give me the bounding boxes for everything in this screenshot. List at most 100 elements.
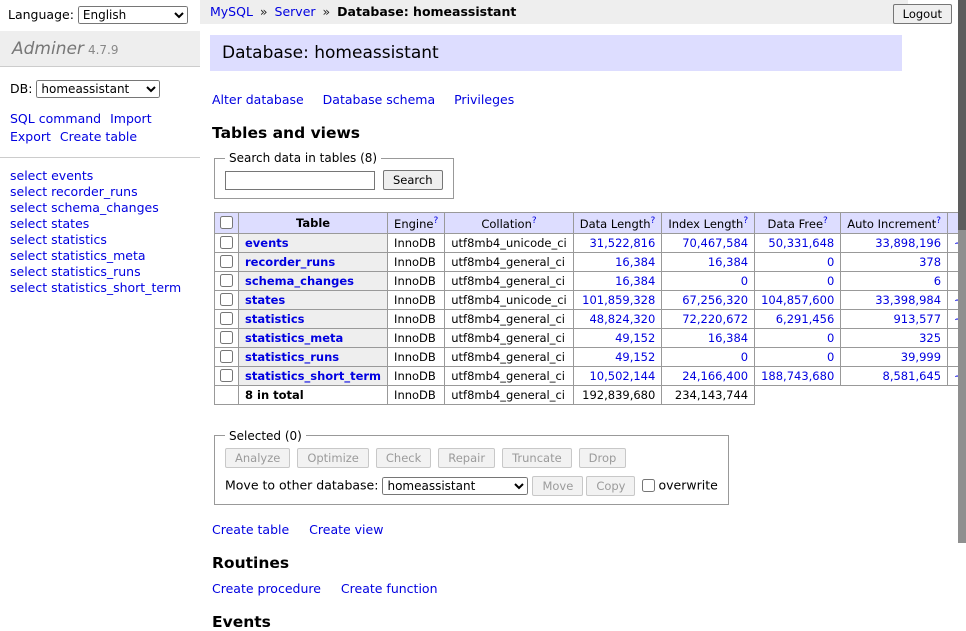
table-name-link[interactable]: recorder_runs — [245, 255, 335, 269]
auto-increment-link[interactable]: 913,577 — [893, 312, 941, 326]
collation-cell: utf8mb4_general_ci — [445, 309, 574, 328]
truncate-button[interactable]: Truncate — [502, 448, 572, 468]
analyze-button[interactable]: Analyze — [225, 448, 290, 468]
repair-button[interactable]: Repair — [438, 448, 495, 468]
move-db-select[interactable]: homeassistant — [382, 477, 528, 495]
search-input[interactable] — [225, 171, 375, 190]
scrollbar[interactable] — [958, 0, 966, 543]
data-free-link[interactable]: 104,857,600 — [761, 293, 834, 307]
data-length-link[interactable]: 48,824,320 — [589, 312, 655, 326]
auto-increment-link[interactable]: 325 — [919, 331, 941, 345]
scrollbar-thumb[interactable] — [958, 0, 966, 230]
privileges-link[interactable]: Privileges — [454, 92, 514, 107]
row-select-checkbox[interactable] — [220, 331, 233, 344]
language-select[interactable]: English — [78, 6, 188, 24]
data-free-link[interactable]: 6,291,456 — [776, 312, 835, 326]
index-length-link[interactable]: 0 — [741, 350, 748, 364]
sidebar-item-select-events[interactable]: select events — [10, 167, 190, 183]
table-name-link[interactable]: states — [245, 293, 285, 307]
collation-cell: utf8mb4_general_ci — [445, 328, 574, 347]
auto-increment-link[interactable]: 33,398,984 — [875, 293, 941, 307]
index-length-link[interactable]: 72,220,672 — [682, 312, 748, 326]
sql-command-link[interactable]: SQL command — [10, 111, 101, 126]
auto-increment-link[interactable]: 33,898,196 — [875, 236, 941, 250]
table-header-row: Table Engine? Collation? Data Length? In… — [215, 213, 966, 234]
index-length-link[interactable]: 16,384 — [708, 255, 748, 269]
auto-increment-link[interactable]: 39,999 — [901, 350, 941, 364]
move-button[interactable]: Move — [532, 476, 583, 496]
data-length-link[interactable]: 101,859,328 — [582, 293, 655, 307]
table-name-link[interactable]: events — [245, 236, 289, 250]
data-free-link[interactable]: 188,743,680 — [761, 369, 834, 383]
sidebar-item-select-schema-changes[interactable]: select schema_changes — [10, 199, 190, 215]
create-table-link-sidebar[interactable]: Create table — [60, 129, 137, 144]
create-view-link[interactable]: Create view — [309, 522, 383, 537]
help-icon[interactable]: ? — [936, 216, 941, 226]
data-free-link[interactable]: 0 — [827, 350, 834, 364]
data-length-link[interactable]: 49,152 — [615, 331, 655, 345]
row-select-checkbox[interactable] — [220, 274, 233, 287]
data-length-link[interactable]: 10,502,144 — [589, 369, 655, 383]
sidebar-item-select-statistics[interactable]: select statistics — [10, 231, 190, 247]
table-name-link[interactable]: statistics_runs — [245, 350, 339, 364]
help-icon[interactable]: ? — [433, 216, 438, 226]
col-header-collation: Collation? — [445, 213, 574, 234]
db-action-links: Alter database Database schema Privilege… — [212, 92, 958, 107]
breadcrumb-server-link[interactable]: Server — [275, 4, 316, 19]
main-content: MySQL » Server » Database: homeassistant… — [200, 0, 958, 543]
index-length-link[interactable]: 67,256,320 — [682, 293, 748, 307]
help-icon[interactable]: ? — [823, 216, 828, 226]
drop-button[interactable]: Drop — [579, 448, 627, 468]
row-select-checkbox[interactable] — [220, 293, 233, 306]
sidebar-item-select-statistics-meta[interactable]: select statistics_meta — [10, 247, 190, 263]
copy-button[interactable]: Copy — [586, 476, 635, 496]
data-length-link[interactable]: 31,522,816 — [589, 236, 655, 250]
data-length-link[interactable]: 16,384 — [615, 274, 655, 288]
table-name-link[interactable]: statistics_meta — [245, 331, 343, 345]
data-length-link[interactable]: 16,384 — [615, 255, 655, 269]
database-schema-link[interactable]: Database schema — [323, 92, 435, 107]
data-free-link[interactable]: 50,331,648 — [768, 236, 834, 250]
row-select-checkbox[interactable] — [220, 236, 233, 249]
export-link[interactable]: Export — [10, 129, 51, 144]
create-function-link[interactable]: Create function — [341, 581, 438, 596]
select-all-checkbox[interactable] — [220, 216, 233, 229]
sidebar-item-select-states[interactable]: select states — [10, 215, 190, 231]
table-name-link[interactable]: statistics — [245, 312, 305, 326]
create-table-link[interactable]: Create table — [212, 522, 289, 537]
row-select-checkbox[interactable] — [220, 312, 233, 325]
db-select[interactable]: homeassistant — [36, 80, 160, 98]
index-length-link[interactable]: 16,384 — [708, 331, 748, 345]
help-icon[interactable]: ? — [743, 216, 748, 226]
auto-increment-link[interactable]: 8,581,645 — [883, 369, 942, 383]
table-name-link[interactable]: schema_changes — [245, 274, 354, 288]
auto-increment-link[interactable]: 378 — [919, 255, 941, 269]
data-free-link[interactable]: 0 — [827, 331, 834, 345]
index-length-link[interactable]: 70,467,584 — [682, 236, 748, 250]
row-select-checkbox[interactable] — [220, 255, 233, 268]
row-select-checkbox[interactable] — [220, 369, 233, 382]
data-free-link[interactable]: 0 — [827, 255, 834, 269]
index-length-link[interactable]: 24,166,400 — [682, 369, 748, 383]
breadcrumb-mysql-link[interactable]: MySQL — [210, 4, 253, 19]
help-icon[interactable]: ? — [532, 216, 537, 226]
index-length-link[interactable]: 0 — [741, 274, 748, 288]
create-procedure-link[interactable]: Create procedure — [212, 581, 321, 596]
optimize-button[interactable]: Optimize — [297, 448, 369, 468]
search-button[interactable]: Search — [383, 170, 443, 190]
help-icon[interactable]: ? — [651, 216, 656, 226]
import-link[interactable]: Import — [110, 111, 152, 126]
check-button[interactable]: Check — [376, 448, 431, 468]
data-length-link[interactable]: 49,152 — [615, 350, 655, 364]
overwrite-checkbox[interactable] — [642, 479, 655, 492]
sidebar-item-select-statistics-short-term[interactable]: select statistics_short_term — [10, 279, 190, 295]
auto-increment-link[interactable]: 6 — [934, 274, 941, 288]
row-select-checkbox[interactable] — [220, 350, 233, 363]
collation-cell: utf8mb4_general_ci — [445, 271, 574, 290]
table-name-link[interactable]: statistics_short_term — [245, 369, 381, 383]
logout-button[interactable]: Logout — [893, 4, 952, 24]
sidebar-item-select-statistics-runs[interactable]: select statistics_runs — [10, 263, 190, 279]
alter-database-link[interactable]: Alter database — [212, 92, 304, 107]
sidebar-item-select-recorder-runs[interactable]: select recorder_runs — [10, 183, 190, 199]
data-free-link[interactable]: 0 — [827, 274, 834, 288]
